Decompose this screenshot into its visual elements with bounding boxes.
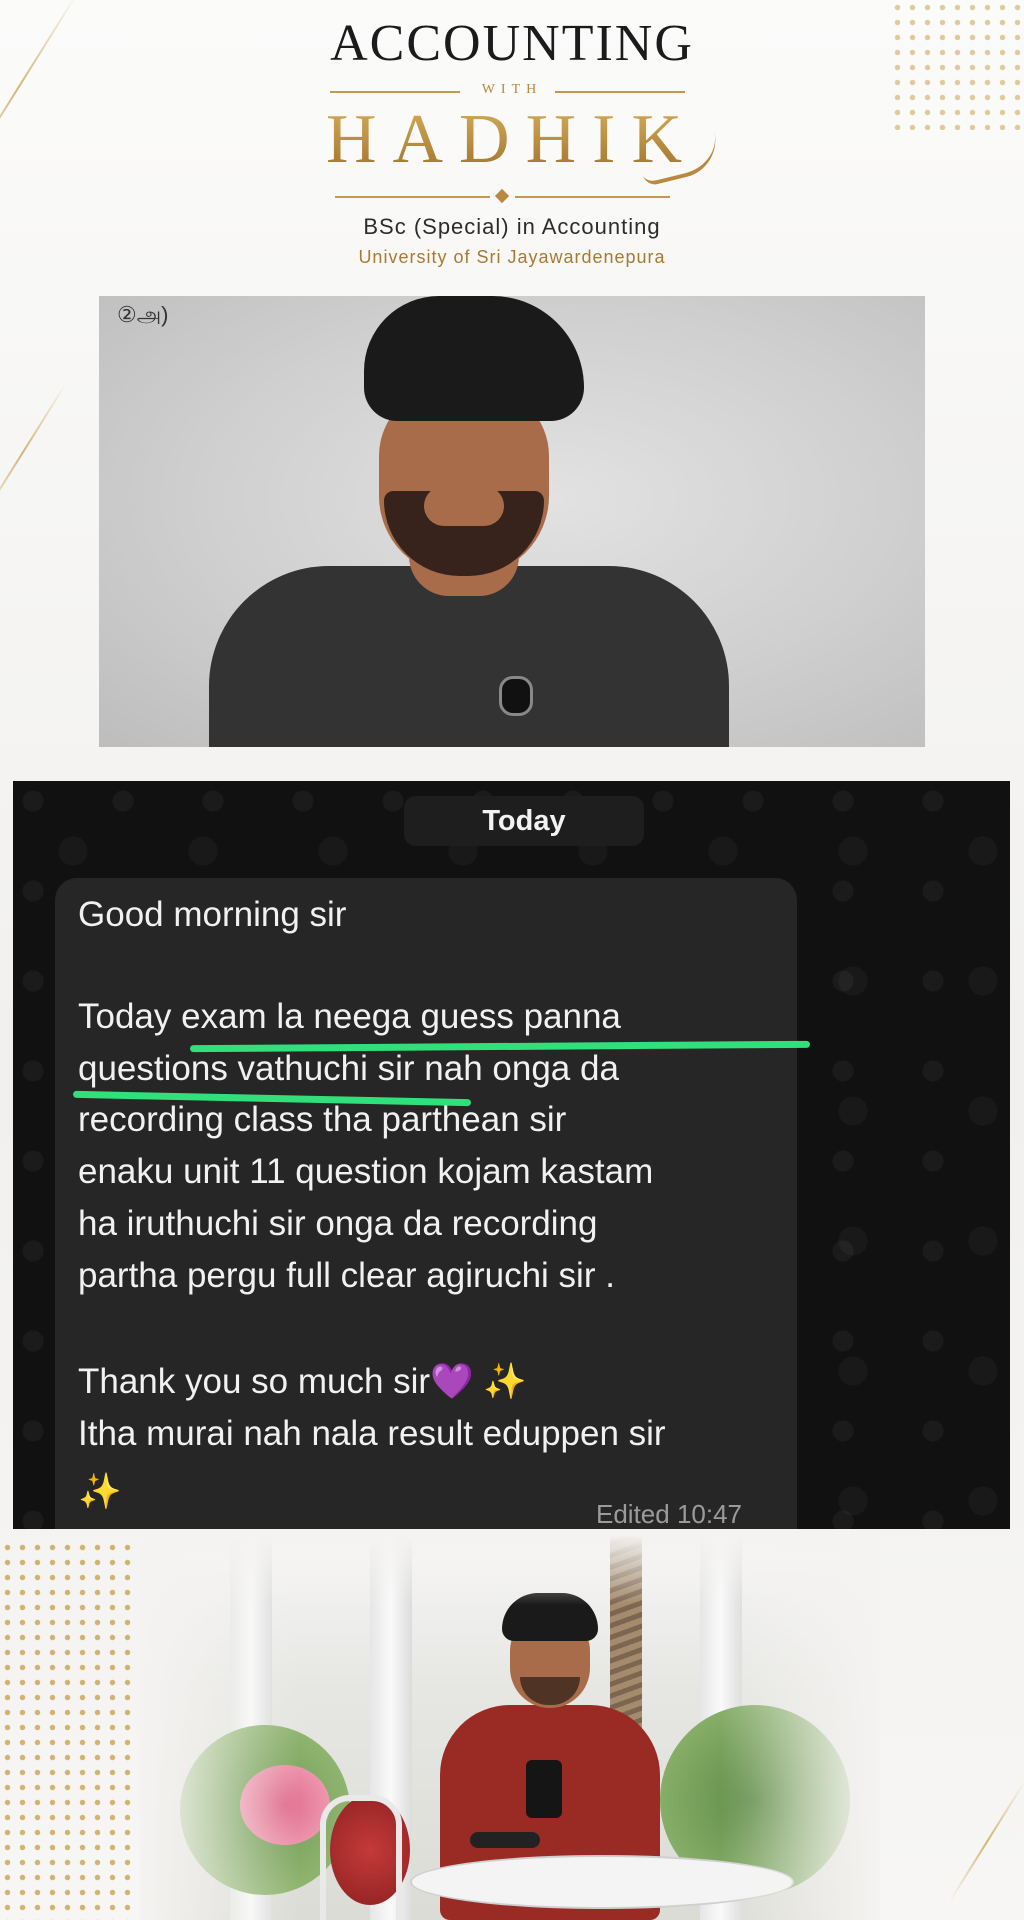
presenter-video: ②அ) bbox=[99, 296, 925, 747]
brand-diamond bbox=[494, 188, 510, 204]
sparkles-emoji: ✨ bbox=[78, 1472, 122, 1511]
photo-fade-top bbox=[140, 1535, 880, 1605]
chat-screenshot: Today Good morning sir Today exam la nee… bbox=[13, 781, 1010, 1529]
message-line-thanks: Thank you so much sir💜 ✨ bbox=[78, 1361, 527, 1403]
sparkles-emoji: ✨ bbox=[483, 1362, 528, 1401]
brand-rule-right bbox=[555, 91, 685, 93]
brand-degree: BSc (Special) in Accounting bbox=[363, 214, 661, 239]
presenter-mouth-area bbox=[424, 486, 504, 526]
garden-chair bbox=[320, 1795, 402, 1920]
message-line: questions vathuchi sir nah onga da bbox=[78, 1049, 619, 1088]
brand-title-accounting: ACCOUNTING bbox=[330, 15, 694, 72]
sunglasses-icon bbox=[470, 1832, 540, 1848]
message-line: Good morning sir bbox=[78, 895, 347, 934]
brand-university: University of Sri Jayawardenepura bbox=[358, 247, 666, 267]
message-line: ha iruthuchi sir onga da recording bbox=[78, 1204, 598, 1243]
message-line: enaku unit 11 question kojam kastam bbox=[78, 1152, 654, 1191]
purple-heart-emoji: 💜 bbox=[430, 1362, 474, 1401]
message-line: Itha murai nah nala result eduppen sir bbox=[78, 1414, 666, 1453]
brand-divider-left bbox=[335, 196, 490, 198]
gold-deco-line bbox=[0, 384, 66, 522]
message-line: Today exam la neega guess panna bbox=[78, 997, 621, 1036]
message-text: Thank you so much sir bbox=[78, 1362, 431, 1401]
gold-deco-line bbox=[949, 1781, 1024, 1902]
brand-title-hadhik: HADHIK bbox=[0, 100, 1024, 180]
presenter-hair bbox=[364, 296, 584, 421]
lapel-mic bbox=[499, 676, 533, 716]
brand-with: WITH bbox=[481, 82, 543, 97]
message-line: recording class tha parthean sir bbox=[78, 1100, 567, 1139]
page: ACCOUNTING WITH HADHIK BSc (Special) in … bbox=[0, 0, 1024, 1920]
presenter-image bbox=[209, 296, 729, 747]
message-timestamp: Edited 10:47 bbox=[596, 1499, 743, 1529]
brand-header: ACCOUNTING WITH HADHIK BSc (Special) in … bbox=[0, 0, 1024, 285]
message-line: partha pergu full clear agiruchi sir . bbox=[78, 1256, 615, 1295]
gold-dot-pattern bbox=[0, 1540, 135, 1920]
corner-mark: ②அ) bbox=[117, 302, 169, 327]
phone-icon bbox=[526, 1760, 562, 1818]
brand-divider-right bbox=[515, 196, 670, 198]
date-chip: Today bbox=[404, 796, 644, 846]
tutor-photo bbox=[140, 1535, 880, 1920]
